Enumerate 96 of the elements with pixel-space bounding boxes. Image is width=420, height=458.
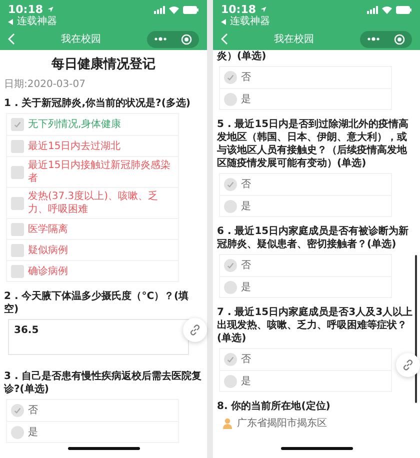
status-time: 10:18: [221, 3, 256, 16]
option-row[interactable]: 无下列情况,身体健康: [7, 114, 178, 135]
option-label: 疑似病例: [28, 244, 68, 256]
option-label: 否: [28, 404, 38, 417]
check-icon: [226, 261, 235, 270]
option-row[interactable]: 是: [7, 421, 178, 442]
option-row[interactable]: 疑似病例: [7, 239, 178, 260]
back-triangle-icon[interactable]: [221, 19, 226, 25]
close-icon[interactable]: [394, 34, 405, 44]
checkbox[interactable]: [11, 244, 24, 256]
option-label: 发热(37.3度以上)、咳嗽、乏力、呼吸困难: [28, 190, 160, 216]
question-text: 6 . 最近15日内家庭成员是否有被诊断为新冠肺炎、疑似患者、密切接触者？(单选): [217, 225, 410, 251]
option-row[interactable]: 否: [220, 255, 391, 276]
nav-title: 我在校园: [61, 32, 101, 46]
radio-button[interactable]: [224, 178, 237, 191]
checkbox[interactable]: [11, 118, 24, 131]
radio-button[interactable]: [224, 353, 237, 366]
option-row[interactable]: 否: [220, 67, 391, 88]
option-label: 否: [241, 259, 251, 272]
back-icon[interactable]: [221, 33, 228, 45]
radio-button[interactable]: [11, 426, 24, 438]
person-icon: [223, 418, 232, 429]
more-icon[interactable]: [367, 37, 380, 41]
question-text: 3 . 自己是否患有慢性疾病返校后需去医院复诊?(单选): [4, 370, 203, 396]
radio-button[interactable]: [224, 92, 237, 106]
option-label: 是: [28, 426, 38, 438]
signal-icon: [367, 6, 378, 14]
answer-field[interactable]: 36.5: [8, 319, 189, 355]
location-text: 广东省揭阳市揭东区: [237, 416, 327, 431]
option-row[interactable]: 最近15日内接触过新冠肺炎感染者: [7, 156, 178, 187]
link-button[interactable]: [183, 318, 207, 342]
link-icon: [189, 324, 201, 336]
checkbox[interactable]: [11, 196, 24, 210]
back-triangle-icon[interactable]: [8, 19, 13, 25]
check-icon: [226, 73, 235, 82]
question-text: 7 . 最近15日内家庭成员是否3人及3人以上出现发热、咳嗽、乏力、呼吸困难等症状？(单选): [217, 306, 414, 345]
option-row[interactable]: 是: [220, 370, 391, 391]
option-row[interactable]: 否: [7, 400, 178, 421]
battery-icon: [183, 6, 199, 14]
wifi-icon: [382, 6, 392, 14]
option-label: 是: [241, 92, 251, 106]
checkbox[interactable]: [11, 222, 24, 236]
option-label: 否: [241, 353, 251, 366]
option-label: 最近15日内接触过新冠肺炎感染者: [28, 159, 172, 185]
question-text: 2 . 今天腋下体温多少摄氏度（°C）？(填空): [4, 290, 190, 316]
link-button[interactable]: [396, 353, 420, 377]
option-row[interactable]: 发热(37.3度以上)、咳嗽、乏力、呼吸困难: [7, 187, 178, 218]
option-label: 最近15日内去过湖北: [28, 140, 121, 152]
link-icon: [402, 359, 414, 371]
location-arrow-icon: [47, 6, 54, 13]
option-row[interactable]: 否: [220, 174, 391, 195]
option-row[interactable]: 是: [220, 276, 391, 297]
option-row[interactable]: 是: [220, 195, 391, 216]
back-icon[interactable]: [8, 33, 15, 45]
close-icon[interactable]: [181, 34, 192, 44]
option-label: 是: [241, 280, 251, 294]
option-label: 否: [241, 178, 251, 191]
option-label: 确诊病例: [28, 264, 68, 278]
option-row[interactable]: 否: [220, 349, 391, 370]
checkbox[interactable]: [11, 166, 24, 178]
form-title: 每日健康情况登记: [50, 56, 156, 74]
radio-button[interactable]: [11, 404, 24, 417]
radio-button[interactable]: [224, 200, 237, 212]
option-row[interactable]: 最近15日内去过湖北: [7, 135, 178, 156]
option-label: 医学隔离: [28, 222, 68, 236]
option-row[interactable]: 医学隔离: [7, 218, 178, 239]
radio-button[interactable]: [224, 374, 237, 388]
check-icon: [13, 120, 22, 129]
option-row[interactable]: 是: [220, 88, 391, 109]
more-icon[interactable]: [154, 37, 167, 41]
home-indicator: [281, 447, 353, 450]
home-indicator: [68, 447, 140, 450]
question-text: 炎）(单选): [217, 50, 268, 63]
signal-icon: [154, 6, 165, 14]
radio-button[interactable]: [224, 71, 237, 84]
question-text: 8. 你的当前所在地(定位): [217, 400, 332, 413]
checkbox[interactable]: [11, 140, 24, 152]
wifi-icon: [169, 6, 179, 14]
battery-icon: [396, 6, 412, 14]
form-date: 日期:2020-03-07: [4, 78, 86, 91]
check-icon: [226, 355, 235, 364]
nav-title: 我在校园: [274, 32, 314, 46]
question-text: 5 . 最近15日内是否到过除湖北外的疫情高发地区（韩国、日本、伊朗、意大利），或与该地区人员有接触史？（后续疫情高发地区随疫情发展可能有变动）(单选): [217, 118, 410, 170]
option-label: 无下列情况,身体健康: [28, 118, 122, 131]
radio-button[interactable]: [224, 259, 237, 272]
status-time: 10:18: [8, 3, 44, 16]
option-label: 是: [241, 200, 251, 212]
option-label: 否: [241, 71, 251, 84]
check-icon: [226, 180, 235, 189]
option-row[interactable]: 确诊病例: [7, 260, 178, 281]
question-text: 1 . 关于新冠肺炎,你当前的状况是?(多选): [4, 97, 192, 110]
check-icon: [13, 406, 22, 415]
option-label: 是: [241, 374, 251, 388]
checkbox[interactable]: [11, 264, 24, 278]
radio-button[interactable]: [224, 280, 237, 294]
location-arrow-icon: [260, 6, 268, 13]
